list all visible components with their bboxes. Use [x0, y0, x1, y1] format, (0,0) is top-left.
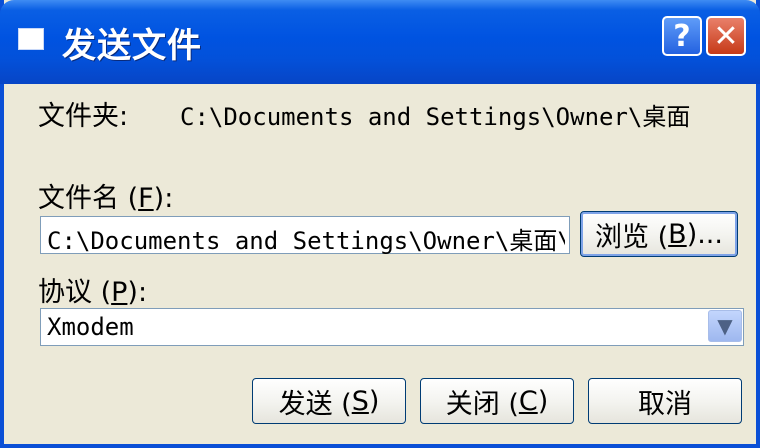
protocol-select[interactable]: Xmodem — [40, 308, 744, 346]
title-bar[interactable]: 发送文件 ? ✕ — [0, 0, 760, 84]
filename-label: 文件名 (F): — [38, 183, 174, 214]
window-icon — [18, 28, 44, 50]
send-button[interactable]: 发送 (S) — [252, 378, 406, 424]
cancel-button[interactable]: 取消 — [588, 378, 742, 424]
browse-button[interactable]: 浏览 (B)... — [580, 211, 738, 257]
help-icon: ? — [673, 18, 691, 54]
chevron-down-icon: ▼ — [717, 314, 733, 338]
close-window-button[interactable]: ✕ — [706, 16, 746, 56]
folder-label: 文件夹: — [38, 101, 129, 132]
send-file-dialog: 发送文件 ? ✕ 文件夹: C:\Documents and Settings\… — [0, 0, 760, 448]
protocol-selected-value: Xmodem — [47, 313, 134, 341]
protocol-dropdown-button[interactable]: ▼ — [708, 310, 742, 342]
protocol-label: 协议 (P): — [38, 277, 148, 308]
folder-path: C:\Documents and Settings\Owner\桌面 — [180, 103, 691, 131]
help-button[interactable]: ? — [662, 16, 702, 56]
close-button[interactable]: 关闭 (C) — [420, 378, 574, 424]
filename-input-value: C:\Documents and Settings\Owner\桌面\lec — [47, 227, 565, 255]
close-icon: ✕ — [713, 18, 739, 54]
filename-input[interactable]: C:\Documents and Settings\Owner\桌面\lec — [40, 216, 570, 255]
window-title: 发送文件 — [62, 26, 202, 66]
